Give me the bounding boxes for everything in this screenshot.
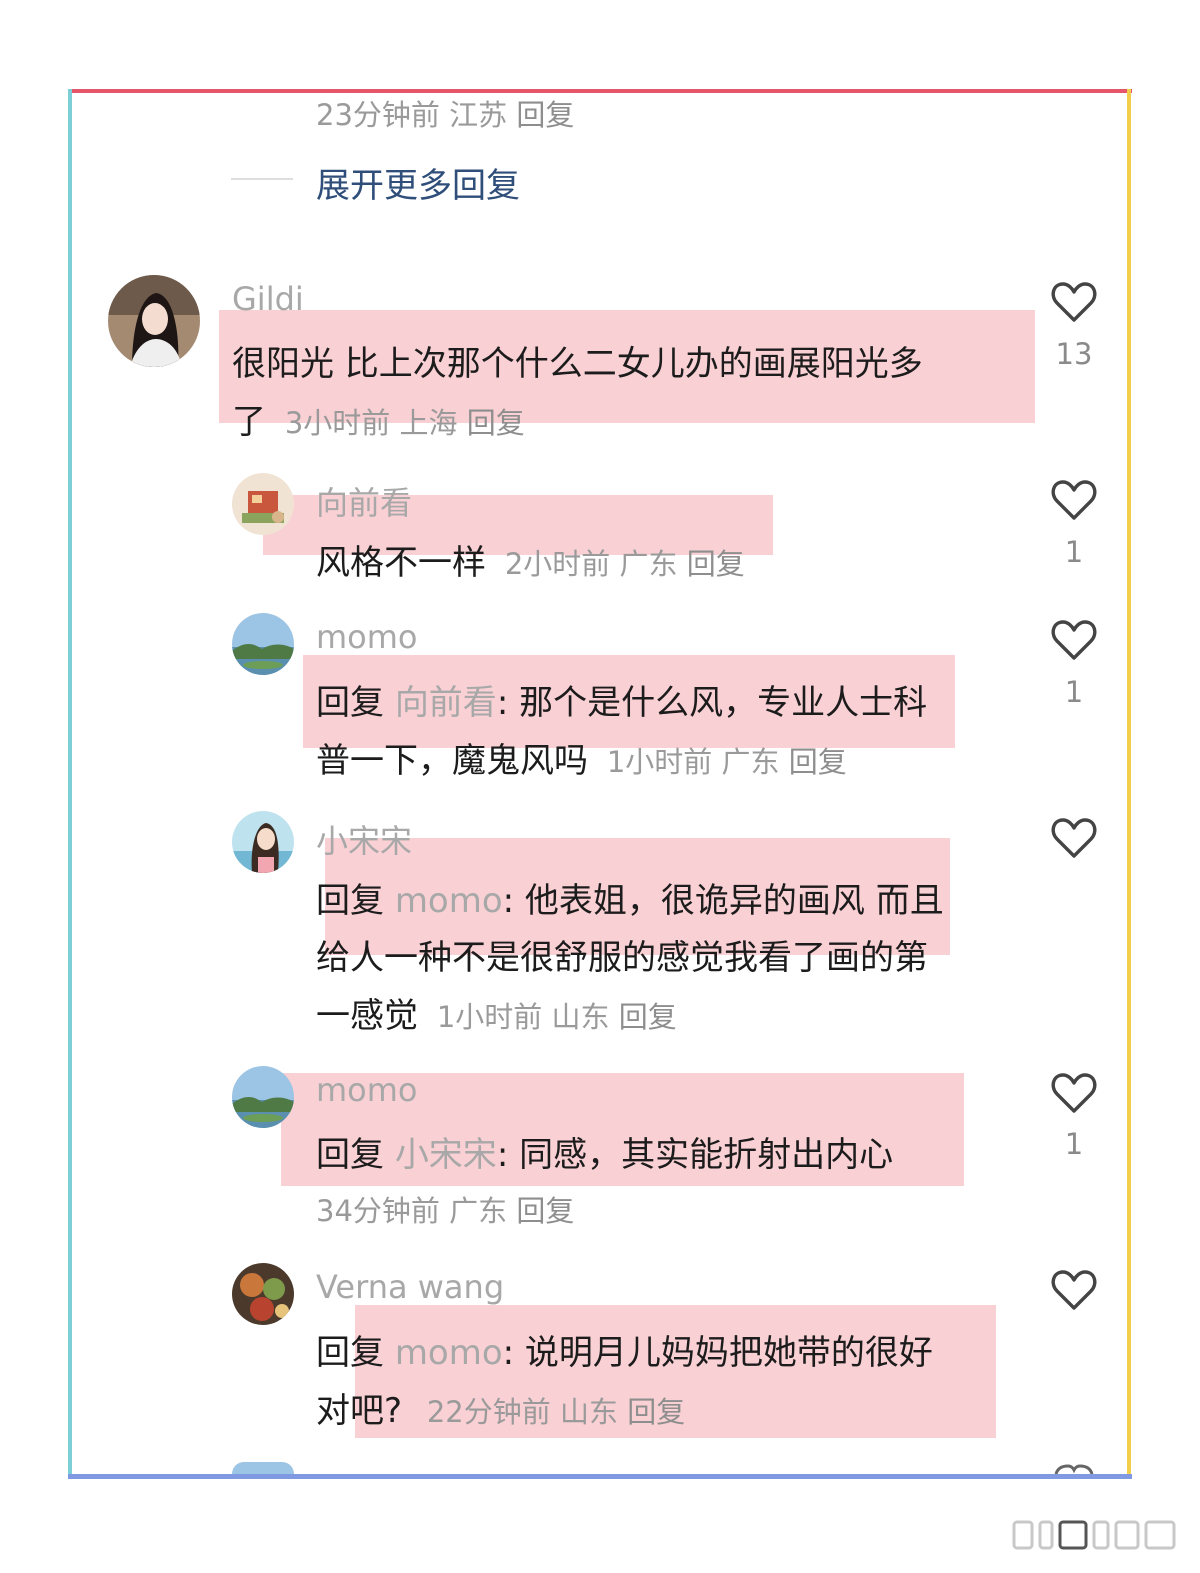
username[interactable]: Gildi xyxy=(232,280,304,318)
comment-text: 很阳光 比上次那个什么二女儿办的画展阳光多 xyxy=(232,344,923,384)
reply-link[interactable]: 回复 xyxy=(619,1000,677,1034)
comment-text-line: 风格不一样 2小时前 广东 回复 xyxy=(316,535,745,584)
comment-location: 上海 xyxy=(399,406,458,440)
comment-text: 风格不一样 xyxy=(316,543,486,583)
username[interactable]: Verna wang xyxy=(316,1268,504,1306)
username[interactable]: 小宋宋 xyxy=(316,816,412,862)
comment-time: 22分钟前 xyxy=(426,1395,551,1429)
like-count: 13 xyxy=(1055,337,1093,371)
food-photo-avatar-icon xyxy=(232,1263,294,1325)
mention-link[interactable]: 向前看 xyxy=(395,683,497,723)
reply-link[interactable]: 回复 xyxy=(789,745,847,779)
comment-location: 江苏 xyxy=(449,98,508,132)
comment-meta: 1小时前 广东 回复 xyxy=(607,745,847,779)
comment-text-line: 一感觉 1小时前 山东 回复 xyxy=(316,988,677,1037)
like-count: 1 xyxy=(1064,1127,1084,1161)
comment-text: : 那个是什么风，专业人士科 xyxy=(496,683,928,723)
heart-icon[interactable] xyxy=(1050,816,1098,860)
heart-icon[interactable] xyxy=(1050,618,1098,662)
comment-text-cont: 给人一种不是很舒服的感觉我看了画的第 xyxy=(316,938,928,978)
avatar[interactable] xyxy=(232,811,294,873)
heart-icon-partial xyxy=(1054,1464,1094,1474)
comment-time: 34分钟前 xyxy=(316,1194,440,1228)
heart-icon[interactable] xyxy=(1050,1268,1098,1312)
mention-link[interactable]: 小宋宋 xyxy=(395,1135,497,1175)
comment-text-line: 回复 momo: 他表姐，很诡异的画风 而且 xyxy=(316,873,944,922)
comment-text: : 说明月儿妈妈把她带的很好 xyxy=(502,1333,933,1373)
comment-location: 广东 xyxy=(619,547,678,581)
comment-text-cont: 一感觉 xyxy=(316,996,418,1036)
reply-link[interactable]: 回复 xyxy=(516,98,574,132)
like-count: 1 xyxy=(1064,535,1084,569)
frame-bottom-border xyxy=(68,1474,1132,1479)
expand-divider xyxy=(231,178,293,180)
comment-time: 3小时前 xyxy=(284,406,391,440)
avatar[interactable] xyxy=(108,275,200,367)
comment-text-line: 回复 momo: 说明月儿妈妈把她带的很好 xyxy=(316,1325,933,1374)
comment-text-line: 了 3小时前 上海 回复 xyxy=(232,394,525,443)
avatar[interactable] xyxy=(232,1066,294,1128)
landscape-avatar-icon xyxy=(232,613,294,675)
comment-location: 山东 xyxy=(559,1395,618,1429)
comment-meta: 2小时前 广东 回复 xyxy=(505,547,745,581)
watermark-icon xyxy=(1012,1520,1176,1550)
comment-location: 广东 xyxy=(449,1194,508,1228)
comment-meta: 3小时前 上海 回复 xyxy=(285,406,525,440)
comment-time: 1小时前 xyxy=(606,745,713,779)
reply-link[interactable]: 回复 xyxy=(467,406,525,440)
reply-link[interactable]: 回复 xyxy=(687,547,745,581)
comment-text-cont: 普一下，魔鬼风吗 xyxy=(316,741,588,781)
reply-prefix: 回复 xyxy=(316,881,384,921)
comment-text-line: 回复 向前看: 那个是什么风，专业人士科 xyxy=(316,675,927,724)
comment-text: : 他表姐，很诡异的画风 而且 xyxy=(502,881,944,921)
avatar-partial xyxy=(232,1462,294,1474)
avatar[interactable] xyxy=(232,613,294,675)
comment-meta: 1小时前 山东 回复 xyxy=(437,1000,677,1034)
comment-text-cont: 了 xyxy=(232,402,266,442)
comment-text-cont: 对吧? xyxy=(316,1391,403,1431)
comment-meta: 34分钟前 广东 回复 xyxy=(316,1188,574,1230)
frame-left-border xyxy=(68,89,72,1479)
avatar[interactable] xyxy=(232,1263,294,1325)
username[interactable]: 向前看 xyxy=(316,478,412,524)
reply-link[interactable]: 回复 xyxy=(627,1395,685,1429)
heart-icon[interactable] xyxy=(1050,280,1098,324)
woman-portrait-avatar-icon xyxy=(108,275,200,367)
username[interactable]: momo xyxy=(316,618,418,656)
mention-link[interactable]: momo xyxy=(395,881,503,921)
reply-prefix: 回复 xyxy=(316,1135,384,1175)
avatar[interactable] xyxy=(232,473,294,535)
comment-meta: 22分钟前 山东 回复 xyxy=(427,1395,685,1429)
comment-text: : 同感，其实能折射出内心 xyxy=(496,1135,894,1175)
like-count: 1 xyxy=(1064,675,1084,709)
frame-right-border xyxy=(1127,89,1131,1479)
comment-meta: 23分钟前 江苏 回复 xyxy=(316,92,574,134)
anime-girl-avatar-icon xyxy=(232,811,294,873)
comment-time: 23分钟前 xyxy=(316,98,440,132)
expand-more-replies-button[interactable]: 展开更多回复 xyxy=(316,158,520,207)
mention-link[interactable]: momo xyxy=(395,1333,503,1373)
comment-time: 1小时前 xyxy=(436,1000,543,1034)
heart-icon[interactable] xyxy=(1050,478,1098,522)
reply-link[interactable]: 回复 xyxy=(516,1194,574,1228)
comment-time: 2小时前 xyxy=(504,547,611,581)
username[interactable]: momo xyxy=(316,1071,418,1109)
room-illustration-avatar-icon xyxy=(232,473,294,535)
comment-text-line: 回复 小宋宋: 同感，其实能折射出内心 xyxy=(316,1127,893,1176)
comment-location: 山东 xyxy=(551,1000,610,1034)
landscape-avatar-icon xyxy=(232,1066,294,1128)
reply-prefix: 回复 xyxy=(316,1333,384,1373)
heart-icon[interactable] xyxy=(1050,1071,1098,1115)
comment-location: 广东 xyxy=(721,745,780,779)
frame-top-border xyxy=(68,89,1132,93)
comment-text-line: 对吧? 22分钟前 山东 回复 xyxy=(316,1383,685,1432)
comment-text-line: 普一下，魔鬼风吗 1小时前 广东 回复 xyxy=(316,733,847,782)
reply-prefix: 回复 xyxy=(316,683,384,723)
